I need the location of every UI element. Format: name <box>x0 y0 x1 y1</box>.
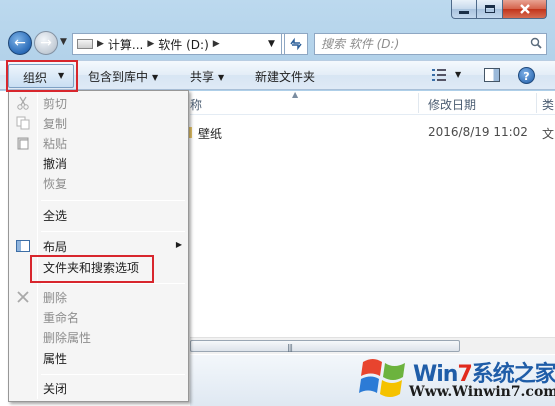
menu-item-delete[interactable]: 删除 <box>9 287 188 307</box>
view-options-chevron-down-icon[interactable]: ▼ <box>455 70 461 79</box>
breadcrumb-computer[interactable]: 计算... <box>108 36 143 53</box>
windows-logo-icon <box>359 359 405 397</box>
menu-item-label: 重命名 <box>43 311 80 325</box>
search-placeholder: 搜索 软件 (D:) <box>321 37 400 51</box>
computer-icon <box>77 39 93 49</box>
menu-item-label: 布局 <box>43 240 68 254</box>
share-button[interactable]: 共享 ▼ <box>190 68 224 85</box>
menu-item-paste[interactable]: 粘贴 <box>9 133 188 153</box>
menu-item-undo[interactable]: 撤消 <box>9 153 188 173</box>
title-bar <box>0 0 555 28</box>
menu-item-remove-properties[interactable]: 删除属性 <box>9 327 188 347</box>
help-icon[interactable]: ? <box>518 67 535 84</box>
address-history-chevron-down-icon[interactable]: ▼ <box>262 33 282 55</box>
menu-item-label: 删除 <box>43 291 68 305</box>
breadcrumb-separator-icon: ▶ <box>147 39 155 49</box>
sort-ascending-icon: ▲ <box>292 90 299 99</box>
new-folder-label: 新建文件夹 <box>255 70 316 84</box>
chevron-down-icon: ▼ <box>218 73 225 82</box>
column-header-date-modified[interactable]: 修改日期 <box>428 96 476 113</box>
column-header-name[interactable]: 称 <box>190 96 202 113</box>
maximize-button[interactable] <box>477 0 503 19</box>
menu-item-select-all[interactable]: 全选 <box>9 205 188 225</box>
minimize-button[interactable] <box>451 0 477 19</box>
breadcrumb-separator-icon: ▶ <box>97 39 104 49</box>
menu-item-label: 删除属性 <box>43 331 92 345</box>
layout-icon <box>16 240 30 252</box>
column-headers: ▲ 称 修改日期 类 <box>190 90 555 115</box>
maximize-icon <box>484 5 495 13</box>
minimize-icon <box>459 11 469 14</box>
menu-item-rename[interactable]: 重命名 <box>9 307 188 327</box>
delete-x-icon <box>17 291 29 303</box>
menu-item-label: 恢复 <box>43 177 68 191</box>
close-window-button[interactable] <box>503 0 547 19</box>
submenu-arrow-icon: ▶ <box>175 240 182 249</box>
menu-item-label: 属性 <box>43 352 68 366</box>
menu-item-copy[interactable]: 复制 <box>9 113 188 133</box>
organize-button[interactable]: 组织 ▼ <box>8 64 74 88</box>
search-icon[interactable] <box>530 37 542 49</box>
file-date: 2016/8/19 11:02 <box>428 125 528 139</box>
refresh-button[interactable] <box>284 33 308 55</box>
search-input[interactable]: 搜索 软件 (D:) <box>314 33 547 55</box>
menu-item-label: 全选 <box>43 209 68 223</box>
menu-item-label: 关闭 <box>43 382 68 396</box>
menu-item-folder-options[interactable]: 文件夹和搜索选项 <box>9 257 188 277</box>
breadcrumb-drive-d[interactable]: 软件 (D:) <box>158 36 208 53</box>
organize-label: 组织 <box>23 71 48 85</box>
menu-item-label: 撤消 <box>43 157 68 171</box>
menu-separator <box>41 231 185 232</box>
menu-item-label: 文件夹和搜索选项 <box>43 261 140 275</box>
forward-button[interactable]: → <box>34 31 58 55</box>
chevron-down-icon: ▼ <box>152 73 159 82</box>
menu-separator <box>41 200 185 201</box>
organize-menu: 剪切 复制 粘贴 撤消 恢复 全选 布局 ▶ 文件夹和搜索选项 删除 重命名 删… <box>8 90 189 402</box>
close-icon <box>519 4 530 14</box>
include-in-library-label: 包含到库中 <box>88 70 149 84</box>
refresh-icon <box>290 37 302 51</box>
watermark-url: Www.Winwin7.com <box>409 384 555 400</box>
menu-item-label: 复制 <box>43 117 68 131</box>
back-arrow-icon: ← <box>14 35 26 51</box>
menu-separator <box>41 374 185 375</box>
chevron-down-icon: ▼ <box>58 71 65 80</box>
file-name: 壁纸 <box>198 127 223 141</box>
column-header-type[interactable]: 类 <box>542 96 554 113</box>
menu-item-properties[interactable]: 属性 <box>9 348 188 368</box>
file-type: 文 <box>542 127 555 141</box>
menu-item-layout[interactable]: 布局 ▶ <box>9 236 188 256</box>
breadcrumb-separator-icon: ▶ <box>212 39 220 49</box>
table-row[interactable]: 壁纸 2016/8/19 11:02 文 <box>184 123 555 143</box>
include-in-library-button[interactable]: 包含到库中 ▼ <box>88 68 158 85</box>
copy-icon <box>16 116 30 130</box>
share-label: 共享 <box>190 70 215 84</box>
change-view-icon[interactable] <box>432 69 446 81</box>
menu-item-close[interactable]: 关闭 <box>9 378 188 398</box>
column-divider[interactable] <box>418 93 419 113</box>
command-bar: 组织 ▼ 包含到库中 ▼ 共享 ▼ 新建文件夹 ▼ ? <box>0 60 555 90</box>
navigation-row: ← → ▼ ▶ 计算... ▶ 软件 (D:) ▶ ▼ 搜索 软件 (D:) <box>0 28 555 60</box>
menu-item-redo[interactable]: 恢复 <box>9 173 188 193</box>
paste-icon <box>17 137 29 150</box>
new-folder-button[interactable]: 新建文件夹 <box>255 68 315 85</box>
forward-arrow-icon: → <box>40 35 52 51</box>
column-divider[interactable] <box>536 93 537 113</box>
menu-separator <box>41 283 185 284</box>
menu-item-cut[interactable]: 剪切 <box>9 93 188 113</box>
watermark: Win7系统之家 Www.Winwin7.com <box>357 350 555 406</box>
scissors-icon <box>17 96 29 110</box>
grip-icon: ||| <box>287 343 293 352</box>
window-controls <box>451 0 547 20</box>
menu-item-label: 剪切 <box>43 97 68 111</box>
recent-pages-chevron-down-icon[interactable]: ▼ <box>60 37 67 47</box>
menu-item-label: 粘贴 <box>43 137 68 151</box>
preview-pane-icon[interactable] <box>484 68 500 82</box>
back-button[interactable]: ← <box>8 31 32 55</box>
